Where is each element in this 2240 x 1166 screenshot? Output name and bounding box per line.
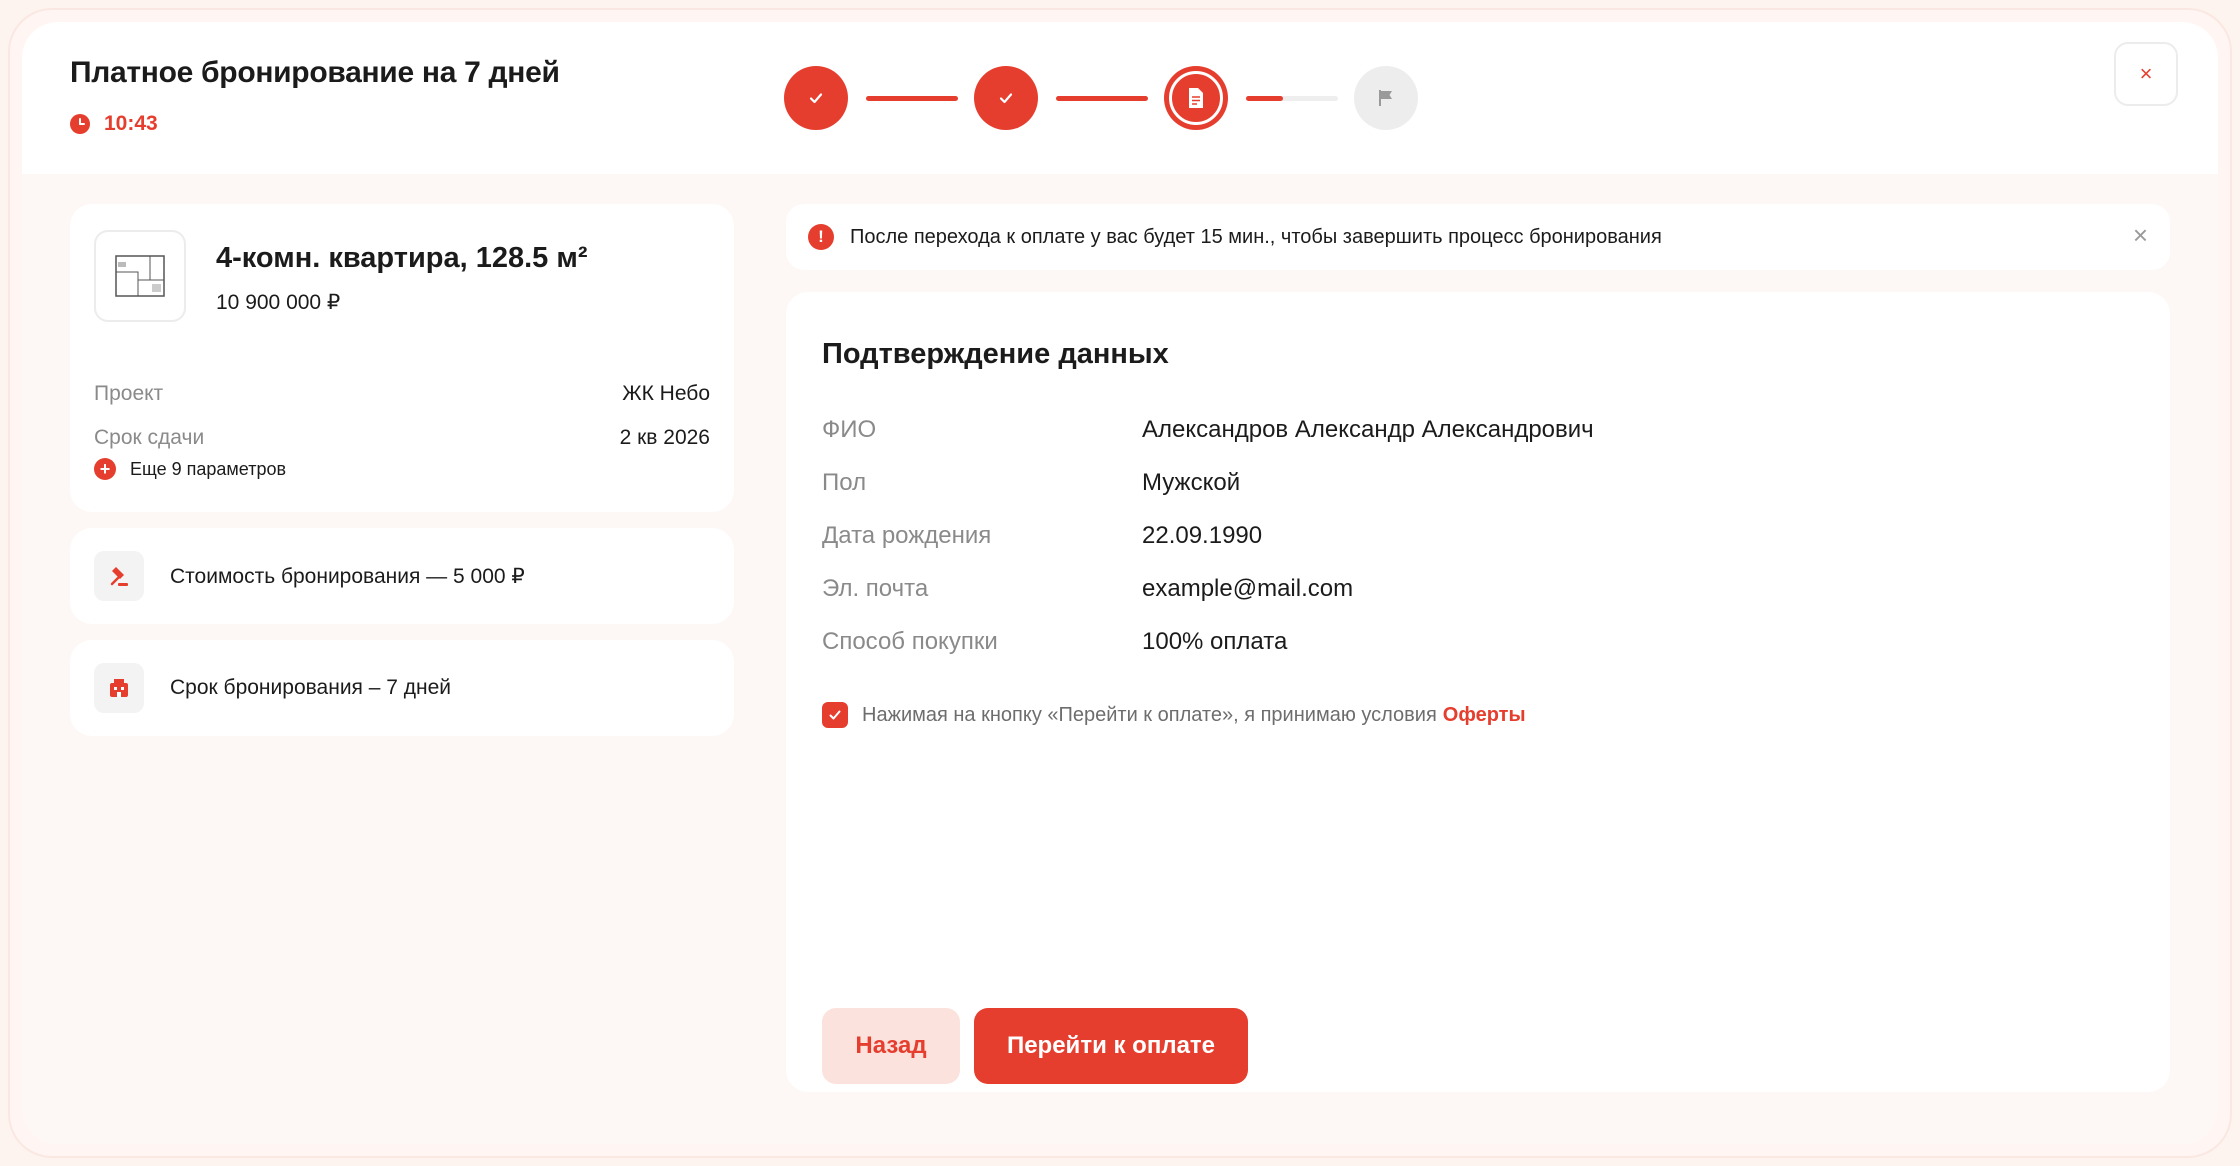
offer-consent: Нажимая на кнопку «Перейти к оплате», я … — [822, 702, 1526, 728]
step-4-todo — [1354, 66, 1418, 130]
consent-checkbox[interactable] — [822, 702, 848, 728]
data-label: Способ покупки — [822, 628, 998, 655]
data-label: Пол — [822, 469, 867, 496]
notice-text: После перехода к оплате у вас будет 15 м… — [850, 225, 1662, 248]
apartment-card: 4-комн. квартира, 128.5 м² 10 900 000 ₽ … — [70, 204, 734, 512]
floor-plan-icon — [115, 255, 165, 297]
step-3-active — [1164, 66, 1228, 130]
data-row: Способ покупки 100% оплата — [822, 628, 1287, 656]
step-2-done — [974, 66, 1038, 130]
data-value: 100% оплата — [1142, 628, 1288, 655]
close-button[interactable]: × — [2114, 42, 2178, 106]
booking-modal: Платное бронирование на 7 дней 10:43 × 4… — [22, 22, 2218, 1144]
param-value: ЖК Небо — [622, 382, 710, 405]
step-1-done — [784, 66, 848, 130]
data-value: Мужской — [1142, 469, 1241, 496]
confirmation-card: Подтверждение данных ФИО Александров Але… — [786, 292, 2170, 1092]
booking-cost-card: Стоимость бронирования — 5 000 ₽ — [70, 528, 734, 624]
timer-value: 10:43 — [104, 112, 158, 135]
apartment-price: 10 900 000 ₽ — [216, 291, 341, 314]
modal-header: Платное бронирование на 7 дней 10:43 × — [22, 22, 2218, 174]
connector-fill — [1246, 96, 1283, 101]
step-connector — [866, 96, 958, 101]
more-params-label: Еще 9 параметров — [130, 458, 287, 479]
back-button[interactable]: Назад — [822, 1008, 960, 1084]
param-label: Срок сдачи — [94, 426, 205, 449]
gavel-icon — [94, 551, 144, 601]
clock-icon — [70, 114, 90, 134]
flag-icon — [1379, 90, 1392, 106]
data-value: Александров Александр Александрович — [1142, 416, 1594, 443]
notice-close-icon[interactable]: × — [2133, 222, 2148, 248]
countdown-timer: 10:43 — [70, 112, 158, 136]
offer-link[interactable]: Оферты — [1443, 704, 1526, 727]
data-label: Дата рождения — [822, 522, 992, 549]
check-icon — [999, 93, 1013, 104]
apartment-title: 4-комн. квартира, 128.5 м² — [216, 242, 588, 274]
progress-stepper — [784, 66, 1424, 130]
document-icon — [1189, 88, 1203, 108]
more-params-button[interactable]: + Еще 9 параметров — [94, 458, 286, 480]
booking-term-card: Срок бронирования – 7 дней — [70, 640, 734, 736]
booking-term: Срок бронирования – 7 дней — [170, 676, 452, 699]
data-label: Эл. почта — [822, 575, 929, 602]
payment-notice: ! После перехода к оплате у вас будет 15… — [786, 204, 2170, 270]
data-row: Пол Мужской — [822, 469, 1240, 497]
floor-plan-thumbnail[interactable] — [94, 230, 186, 322]
param-label: Проект — [94, 382, 164, 405]
param-row: Проект ЖК Небо — [94, 382, 710, 406]
param-row: Срок сдачи 2 кв 2026 — [94, 426, 710, 450]
booking-cost: Стоимость бронирования — 5 000 ₽ — [170, 564, 525, 588]
page-title: Платное бронирование на 7 дней — [70, 56, 560, 89]
pay-button[interactable]: Перейти к оплате — [974, 1008, 1248, 1084]
info-icon: ! — [808, 224, 834, 250]
calendar-building-icon — [94, 663, 144, 713]
data-value: 22.09.1990 — [1142, 522, 1263, 549]
step-connector — [1056, 96, 1148, 101]
left-column: 4-комн. квартира, 128.5 м² 10 900 000 ₽ … — [70, 204, 734, 736]
plus-icon: + — [94, 458, 116, 480]
consent-text: Нажимая на кнопку «Перейти к оплате», я … — [862, 703, 1437, 726]
data-label: ФИО — [822, 416, 877, 443]
data-row: Дата рождения 22.09.1990 — [822, 522, 1262, 550]
data-value: example@mail.com — [1142, 575, 1354, 602]
check-icon — [809, 93, 823, 104]
data-row: ФИО Александров Александр Александрович — [822, 416, 1594, 444]
right-column: ! После перехода к оплате у вас будет 15… — [786, 204, 2170, 1092]
confirmation-title: Подтверждение данных — [822, 338, 1169, 370]
param-value: 2 кв 2026 — [619, 426, 710, 449]
check-icon — [829, 710, 841, 720]
close-icon: × — [2139, 61, 2153, 86]
data-row: Эл. почта example@mail.com — [822, 575, 1353, 603]
step-connector-partial — [1246, 96, 1338, 101]
